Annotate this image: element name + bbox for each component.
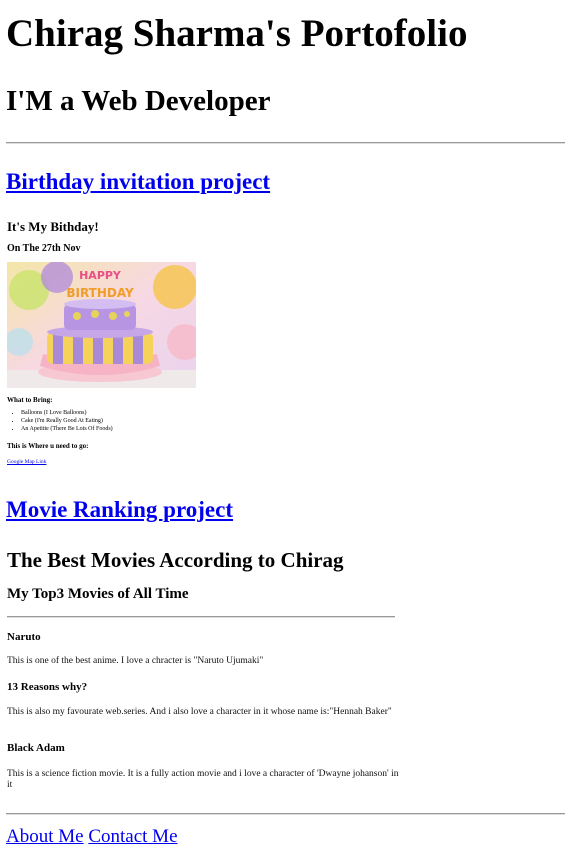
svg-text:HAPPY: HAPPY [79,269,122,282]
page-subtitle: I'M a Web Developer [6,85,271,117]
about-me-link[interactable]: About Me [6,826,84,847]
birthday-heading: It's My Bithday! [7,219,99,234]
movie-title: Naruto [7,631,41,643]
movie-description: This is one of the best anime. I love a … [7,656,264,666]
list-item: Cake (I'm Really Good At Eating) [21,417,113,425]
bring-list: Balloons (I Love Balloons) Cake (I'm Rea… [7,409,113,433]
where-heading: This is Where u need to go: [7,442,89,450]
birthday-project-link[interactable]: Birthday invitation project [6,169,270,195]
top-divider [6,142,565,144]
birthday-preview-frame: It's My Bithday! On The 27th Nov HAPPY B… [7,212,367,477]
page-title: Chirag Sharma's Portofolio [6,12,468,55]
svg-text:BIRTHDAY: BIRTHDAY [66,286,134,300]
movie-heading: The Best Movies According to Chirag [7,548,344,572]
movie-title: 13 Reasons why? [7,681,88,693]
birthday-cake-image: HAPPY BIRTHDAY [7,262,196,388]
google-map-link[interactable]: Google Map Link [7,459,46,465]
movie-project-link[interactable]: Movie Ranking project [6,497,233,523]
birthday-date: On The 27th Nov [7,243,81,254]
contact-me-link[interactable]: Contact Me [88,826,177,847]
footer-nav: About Me Contact Me [6,826,178,848]
bottom-divider [6,813,565,815]
movie-preview-frame: The Best Movies According to Chirag My T… [7,540,407,800]
movie-description: This is a science fiction movie. It is a… [7,769,399,790]
list-item: An Apetitte (There Be Lots Of Foods) [21,425,113,433]
movie-title: Black Adam [7,742,65,754]
movie-description: This is also my favourate web.series. An… [7,707,392,717]
list-item: Balloons (I Love Balloons) [21,409,113,417]
bring-heading: What to Bring: [7,396,53,404]
movie-subheading: My Top3 Movies of All Time [7,586,189,602]
movie-divider [7,616,395,618]
